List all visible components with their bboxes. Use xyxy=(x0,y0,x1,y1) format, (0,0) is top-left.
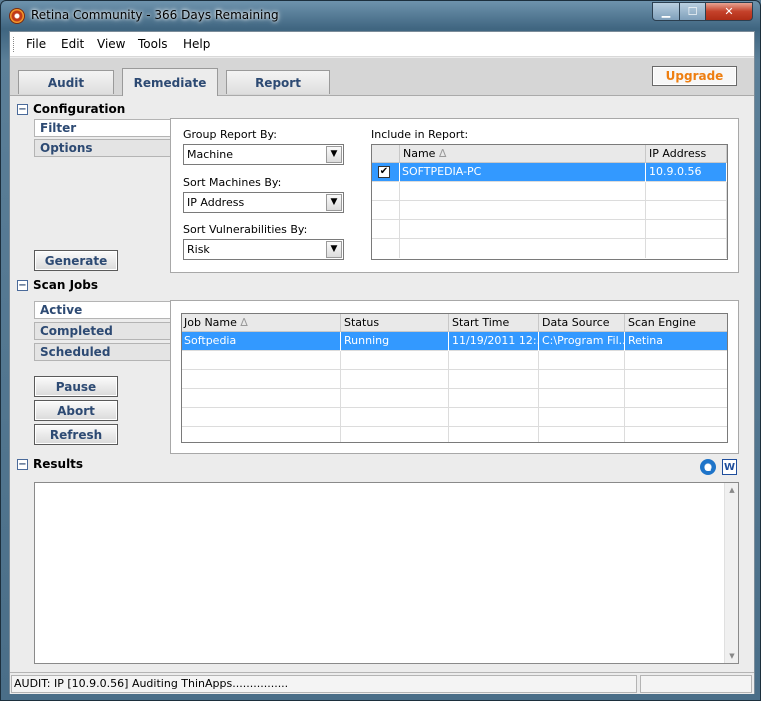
side-tab-completed[interactable]: Completed xyxy=(34,322,171,340)
configuration-title: Configuration xyxy=(33,102,126,116)
empty-row xyxy=(182,351,727,370)
sort-asc-icon: ∆ xyxy=(240,316,248,329)
menu-tools[interactable]: Tools xyxy=(138,37,168,51)
results-collapse-icon[interactable]: − xyxy=(17,459,28,470)
col-start-time[interactable]: Start Time xyxy=(449,314,539,332)
abort-button[interactable]: Abort xyxy=(34,400,118,421)
include-check-col[interactable] xyxy=(372,145,400,163)
scan-job-row[interactable]: Softpedia Running 11/19/2011 12:... C:\P… xyxy=(182,332,727,351)
sort-machines-value: IP Address xyxy=(187,196,245,209)
sort-vulns-label: Sort Vulnerabilities By: xyxy=(183,223,308,236)
include-col-ip[interactable]: IP Address xyxy=(646,145,727,163)
internet-explorer-icon[interactable]: e xyxy=(700,459,716,475)
group-report-value: Machine xyxy=(187,148,234,161)
sort-asc-icon: ∆ xyxy=(438,147,447,160)
main-tabstrip: Audit Remediate Report Upgrade xyxy=(10,58,754,96)
col-status[interactable]: Status xyxy=(341,314,449,332)
empty-row xyxy=(372,239,727,258)
menu-grip xyxy=(13,37,16,52)
minimize-button[interactable]: ▁ xyxy=(652,2,680,21)
empty-row xyxy=(372,182,727,201)
side-tab-scheduled[interactable]: Scheduled xyxy=(34,343,171,361)
col-data-source[interactable]: Data Source xyxy=(539,314,625,332)
include-row[interactable]: ✔ SOFTPEDIA-PC 10.9.0.56 xyxy=(372,163,727,182)
app-window: Retina Community - 366 Days Remaining ▁ … xyxy=(0,0,761,701)
close-button[interactable]: ✕ xyxy=(705,2,753,21)
word-document-icon[interactable]: W xyxy=(722,459,737,475)
sort-machines-label: Sort Machines By: xyxy=(183,176,282,189)
tab-audit[interactable]: Audit xyxy=(18,70,114,94)
include-col-name[interactable]: Name ∆ xyxy=(400,145,646,163)
sort-vulns-value: Risk xyxy=(187,243,210,256)
refresh-button[interactable]: Refresh xyxy=(34,424,118,445)
include-row-name: SOFTPEDIA-PC xyxy=(400,163,646,182)
status-bar: AUDIT: IP [10.9.0.56] Auditing ThinApps.… xyxy=(10,672,754,694)
minimize-icon: ▁ xyxy=(661,5,671,18)
title-bar[interactable]: Retina Community - 366 Days Remaining ▁ … xyxy=(1,1,760,31)
maximize-button[interactable]: ☐ xyxy=(679,2,706,21)
generate-button[interactable]: Generate xyxy=(34,250,118,271)
group-report-select[interactable]: Machine ▼ xyxy=(183,144,344,165)
include-row-check-cell[interactable]: ✔ xyxy=(372,163,400,182)
include-col-name-label: Name xyxy=(403,147,436,160)
side-tab-active[interactable]: Active xyxy=(34,301,171,319)
menu-file[interactable]: File xyxy=(26,37,46,51)
job-source-cell: C:\Program Fil... xyxy=(539,332,625,351)
client-area: File Edit View Tools Help Audit Remediat… xyxy=(9,31,755,694)
status-text: AUDIT: IP [10.9.0.56] Auditing ThinApps.… xyxy=(11,675,637,693)
scan-jobs-panel: Job Name ∆ Status Start Time Data Source… xyxy=(170,300,739,454)
tab-remediate[interactable]: Remediate xyxy=(122,68,218,96)
close-icon: ✕ xyxy=(724,5,734,18)
chevron-down-icon[interactable]: ▼ xyxy=(326,241,342,258)
job-name-cell: Softpedia xyxy=(182,332,341,351)
sort-machines-select[interactable]: IP Address ▼ xyxy=(183,192,344,213)
side-tab-options[interactable]: Options xyxy=(34,139,171,157)
side-tab-filter[interactable]: Filter xyxy=(34,119,171,137)
job-start-cell: 11/19/2011 12:... xyxy=(449,332,539,351)
empty-row xyxy=(372,201,727,220)
empty-row xyxy=(372,220,727,239)
status-pane-right xyxy=(640,675,752,693)
chevron-down-icon[interactable]: ▼ xyxy=(326,146,342,163)
group-report-label: Group Report By: xyxy=(183,128,277,141)
empty-row xyxy=(182,427,727,442)
scan-jobs-title: Scan Jobs xyxy=(33,278,99,292)
tab-report[interactable]: Report xyxy=(226,70,330,94)
chevron-down-icon[interactable]: ▼ xyxy=(326,194,342,211)
col-job-name-label: Job Name xyxy=(184,316,237,329)
menu-view[interactable]: View xyxy=(97,37,125,51)
pause-button[interactable]: Pause xyxy=(34,376,118,397)
empty-row xyxy=(182,389,727,408)
job-status-cell: Running xyxy=(341,332,449,351)
scan-jobs-grid: Job Name ∆ Status Start Time Data Source… xyxy=(181,313,728,443)
menu-help[interactable]: Help xyxy=(183,37,210,51)
configuration-collapse-icon[interactable]: − xyxy=(17,104,28,115)
sort-vulns-select[interactable]: Risk ▼ xyxy=(183,239,344,260)
window-title: Retina Community - 366 Days Remaining xyxy=(31,8,279,22)
scroll-down-icon[interactable]: ▼ xyxy=(725,649,739,663)
retina-app-icon xyxy=(9,8,25,24)
col-scan-engine[interactable]: Scan Engine xyxy=(625,314,727,332)
col-job-name[interactable]: Job Name ∆ xyxy=(182,314,341,332)
menu-edit[interactable]: Edit xyxy=(61,37,84,51)
configuration-panel: Group Report By: Machine ▼ Sort Machines… xyxy=(170,118,739,273)
maximize-icon: ☐ xyxy=(687,5,698,18)
include-checkbox[interactable]: ✔ xyxy=(378,166,390,178)
results-scrollbar[interactable]: ▲ ▼ xyxy=(724,483,738,663)
upgrade-button[interactable]: Upgrade xyxy=(652,66,737,86)
empty-row xyxy=(182,408,727,427)
include-row-ip: 10.9.0.56 xyxy=(646,163,727,182)
scan-jobs-header: Job Name ∆ Status Start Time Data Source… xyxy=(182,314,727,332)
menu-bar: File Edit View Tools Help xyxy=(10,32,754,57)
job-engine-cell: Retina xyxy=(628,334,663,347)
results-title: Results xyxy=(33,457,84,471)
scan-jobs-collapse-icon[interactable]: − xyxy=(17,280,28,291)
scroll-up-icon[interactable]: ▲ xyxy=(725,483,739,497)
include-report-label: Include in Report: xyxy=(371,128,469,141)
include-report-grid: Name ∆ IP Address ✔ SOFTPEDIA-PC 10.9.0.… xyxy=(371,144,728,260)
include-grid-header: Name ∆ IP Address xyxy=(372,145,727,163)
empty-row xyxy=(182,370,727,389)
results-area[interactable]: ▲ ▼ xyxy=(34,482,739,664)
